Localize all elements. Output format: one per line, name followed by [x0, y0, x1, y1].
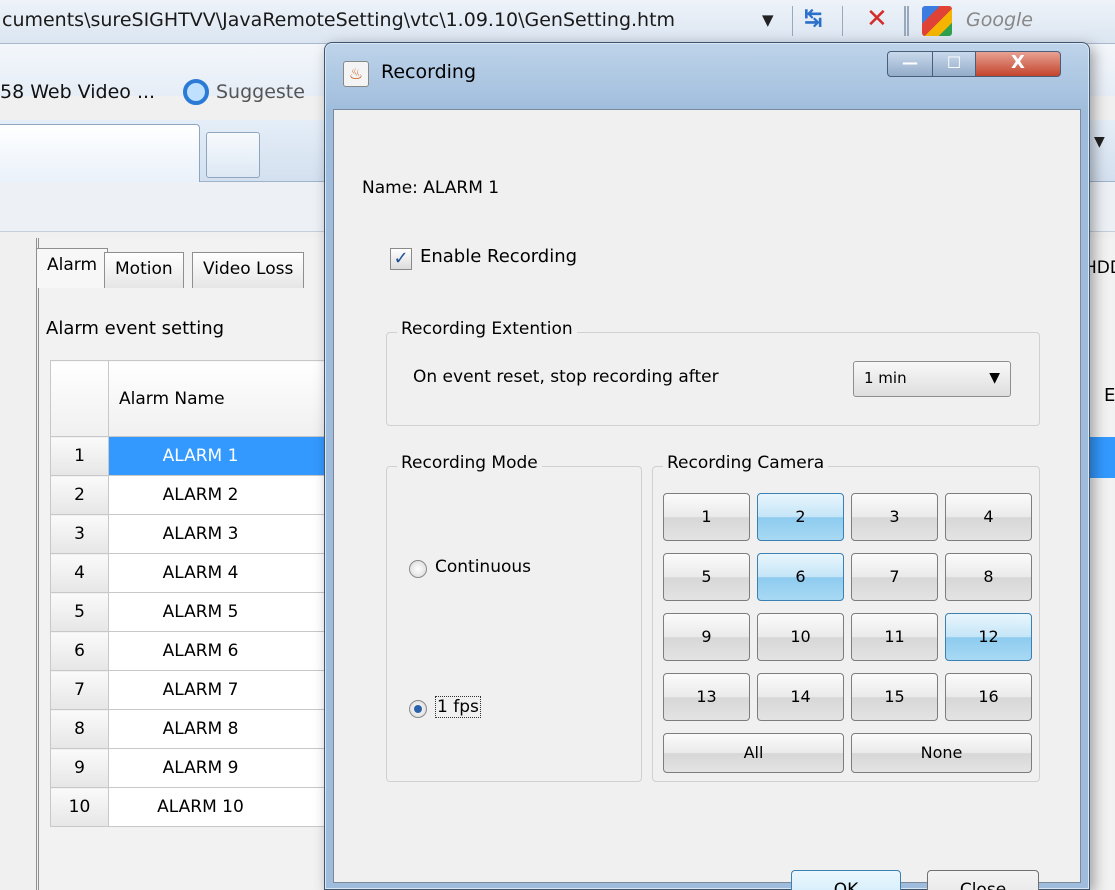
recording-mode-group: Recording Mode Continuous 1 fps [386, 453, 642, 782]
camera-all-button[interactable]: All [663, 733, 844, 773]
minimize-button[interactable]: — [887, 51, 933, 77]
camera-button-1[interactable]: 1 [663, 493, 750, 541]
search-input[interactable]: Google [966, 9, 1033, 31]
continuous-label[interactable]: Continuous [435, 557, 531, 577]
camera-button-13[interactable]: 13 [663, 673, 750, 721]
close-window-button[interactable]: X [975, 51, 1061, 77]
selected-row-partial [1087, 437, 1115, 478]
refresh-icon[interactable]: ↹ [804, 6, 822, 31]
alarm-name-cell[interactable]: ALARM 5 [108, 592, 333, 632]
table-row[interactable]: 6 ALARM 6 [50, 631, 333, 671]
alarm-table: Alarm Name 1 ALARM 1 2 ALARM 2 3 ALARM 3 4 ALAR… [50, 360, 333, 827]
row-number: 7 [50, 670, 109, 710]
row-number: 3 [50, 514, 109, 554]
camera-button-14[interactable]: 14 [757, 673, 844, 721]
table-header-name: Alarm Name [108, 360, 333, 437]
1fps-radio[interactable] [409, 700, 427, 718]
camera-button-7[interactable]: 7 [851, 553, 938, 601]
close-button[interactable]: Close [927, 870, 1039, 890]
camera-button-4[interactable]: 4 [945, 493, 1032, 541]
table-header-partial: E [1104, 385, 1115, 406]
table-row[interactable]: 7 ALARM 7 [50, 670, 333, 710]
separator [842, 6, 843, 36]
table-row[interactable]: 9 ALARM 9 [50, 748, 333, 788]
table-header-corner [50, 360, 109, 437]
row-number: 10 [50, 787, 109, 827]
camera-button-16[interactable]: 16 [945, 673, 1032, 721]
alarm-name-cell[interactable]: ALARM 1 [108, 436, 333, 476]
camera-button-11[interactable]: 11 [851, 613, 938, 661]
table-row[interactable]: 10 ALARM 10 [50, 787, 333, 827]
enable-recording-label[interactable]: Enable Recording [420, 246, 577, 267]
table-row[interactable]: 2 ALARM 2 [50, 475, 333, 515]
address-bar: cuments\sureSIGHTVV\JavaRemoteSetting\vt… [0, 0, 1115, 44]
java-icon: ♨ [343, 61, 369, 87]
continuous-radio[interactable] [409, 560, 427, 578]
maximize-button[interactable]: ☐ [932, 51, 976, 77]
row-number: 6 [50, 631, 109, 671]
browser-tab-active[interactable] [0, 124, 200, 182]
row-number: 5 [50, 592, 109, 632]
camera-button-8[interactable]: 8 [945, 553, 1032, 601]
alarm-name-cell[interactable]: ALARM 7 [108, 670, 333, 710]
table-row[interactable]: 1 ALARM 1 [50, 436, 333, 476]
separator [792, 6, 793, 36]
stop-icon[interactable]: ✕ [866, 4, 888, 34]
camera-none-button[interactable]: None [851, 733, 1032, 773]
group-title: Recording Mode [397, 453, 542, 473]
section-title: Alarm event setting [46, 318, 225, 339]
alarm-name-cell[interactable]: ALARM 10 [108, 787, 333, 827]
extension-text: On event reset, stop recording after [413, 367, 719, 387]
alarm-name-cell[interactable]: ALARM 6 [108, 631, 333, 671]
favorite-link[interactable]: Suggeste [216, 81, 305, 103]
row-number: 9 [50, 748, 109, 788]
camera-button-10[interactable]: 10 [757, 613, 844, 661]
camera-button-15[interactable]: 15 [851, 673, 938, 721]
camera-button-9[interactable]: 9 [663, 613, 750, 661]
enable-recording-checkbox[interactable]: ✓ [390, 248, 412, 270]
camera-button-12[interactable]: 12 [945, 613, 1032, 661]
address-dropdown-icon[interactable]: ▼ [762, 11, 774, 29]
row-number: 1 [50, 436, 109, 476]
recording-dialog: ♨ Recording — ☐ X Name: ALARM 1 ✓ Enable… [324, 42, 1090, 890]
tab-motion[interactable]: Motion [104, 252, 184, 288]
google-logo-icon [922, 6, 952, 36]
alarm-name-cell[interactable]: ALARM 3 [108, 514, 333, 554]
alarm-name-cell[interactable]: ALARM 9 [108, 748, 333, 788]
camera-button-6[interactable]: 6 [757, 553, 844, 601]
recording-extension-group: Recording Extention On event reset, stop… [386, 319, 1040, 426]
name-label: Name: ALARM 1 [362, 178, 500, 198]
ok-button[interactable]: OK [791, 870, 901, 890]
table-row[interactable]: 3 ALARM 3 [50, 514, 333, 554]
table-row[interactable]: 8 ALARM 8 [50, 709, 333, 749]
alarm-name-cell[interactable]: ALARM 8 [108, 709, 333, 749]
extension-select-value: 1 min [864, 369, 907, 387]
row-number: 4 [50, 553, 109, 593]
camera-button-5[interactable]: 5 [663, 553, 750, 601]
table-row[interactable]: 4 ALARM 4 [50, 553, 333, 593]
new-tab-button[interactable] [206, 132, 260, 178]
tab-alarm[interactable]: Alarm [36, 248, 109, 288]
favorite-link[interactable]: 58 Web Video ... [0, 81, 155, 103]
separator [904, 6, 909, 36]
row-number: 2 [50, 475, 109, 515]
tab-video-loss[interactable]: Video Loss [192, 252, 305, 288]
extension-select[interactable]: 1 min ▼ [853, 361, 1011, 397]
alarm-name-cell[interactable]: ALARM 2 [108, 475, 333, 515]
address-url[interactable]: cuments\sureSIGHTVV\JavaRemoteSetting\vt… [2, 9, 675, 31]
camera-button-2[interactable]: 2 [757, 493, 844, 541]
chevron-down-icon[interactable]: ▼ [1094, 134, 1105, 150]
camera-button-3[interactable]: 3 [851, 493, 938, 541]
dialog-title: Recording [381, 61, 477, 83]
1fps-label[interactable]: 1 fps [435, 696, 481, 718]
row-number: 8 [50, 709, 109, 749]
recording-camera-group: Recording Camera 1 2 3 4 5 6 7 8 9 10 11 12 13 14 15 16… [652, 453, 1040, 782]
chevron-down-icon: ▼ [989, 370, 1000, 386]
dialog-body: Name: ALARM 1 ✓ Enable Recording Recordi… [333, 109, 1081, 890]
table-row[interactable]: 5 ALARM 5 [50, 592, 333, 632]
group-title: Recording Extention [397, 319, 577, 339]
group-title: Recording Camera [663, 453, 829, 473]
ie-icon [183, 79, 209, 105]
alarm-name-cell[interactable]: ALARM 4 [108, 553, 333, 593]
